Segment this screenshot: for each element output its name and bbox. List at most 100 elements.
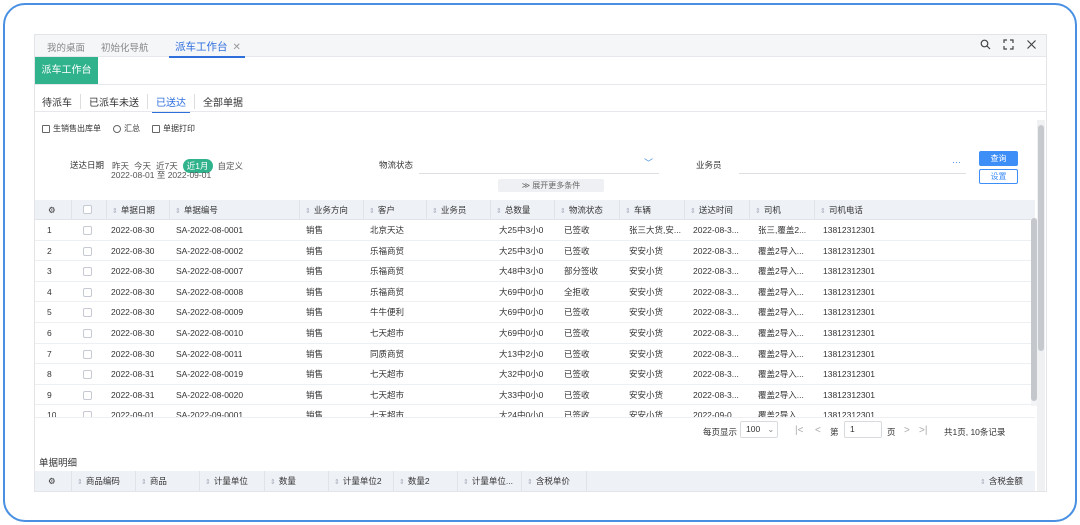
date-range-value[interactable]: 2022-08-01 至 2022-09-01: [111, 169, 211, 181]
row-checkbox[interactable]: [83, 246, 92, 256]
row-checkbox[interactable]: [83, 287, 92, 297]
cell-doc-number: SA-2022-08-0001: [176, 225, 244, 235]
date-option-custom[interactable]: 自定义: [218, 160, 244, 172]
scrollbar-thumb[interactable]: [1038, 125, 1044, 351]
detail-col-qty2[interactable]: ⇕ 数量2: [394, 471, 458, 491]
divider: [35, 84, 1046, 85]
col-vehicle[interactable]: ⇕ 车辆: [620, 200, 685, 220]
column-settings-icon[interactable]: ⚙: [35, 200, 72, 220]
table-row[interactable]: 8 2022-08-31 SA-2022-08-0019 销售 七天超市 大32中0小0 已…: [35, 364, 1035, 385]
detail-column-settings-icon[interactable]: ⚙: [35, 471, 72, 491]
col-doc-date[interactable]: ⇕ 单据日期: [107, 200, 170, 220]
col-driver-phone[interactable]: ⇕ 司机电话: [815, 200, 1031, 220]
detail-col-unit[interactable]: ⇕ 计量单位: [200, 471, 265, 491]
cell-driver: 张三,覆盖2...: [758, 225, 807, 235]
row-checkbox[interactable]: [83, 226, 92, 235]
cell-direction: 销售: [306, 369, 324, 380]
print-label: 单据打印: [163, 124, 195, 133]
cell-driver: 覆盖2导入...: [758, 389, 804, 400]
col-total-qty[interactable]: ⇕ 总数量: [491, 200, 555, 220]
cell-total-qty: 大24中0小0: [499, 410, 544, 417]
col-logistics-status[interactable]: ⇕ 物流状态: [555, 200, 620, 220]
close-icon[interactable]: ✕: [233, 42, 241, 53]
row-checkbox[interactable]: [83, 267, 92, 277]
tab-dispatched-not-delivered[interactable]: 已派车未送: [81, 93, 148, 109]
table-row[interactable]: 1 2022-08-30 SA-2022-08-0001 销售 北京天达 大25中3小0 已…: [35, 220, 1035, 241]
detail-col-unit3[interactable]: ⇕ 计量单位...: [458, 471, 522, 491]
cell-delivery-time: 2022-08-3...: [693, 286, 739, 297]
select-all-checkbox[interactable]: [83, 205, 92, 214]
col-driver[interactable]: ⇕ 司机: [750, 200, 815, 220]
col-customer-label: 客户: [377, 205, 395, 215]
cell-doc-date: 2022-08-30: [111, 245, 155, 256]
salesman-input[interactable]: [739, 173, 966, 174]
col-delivery-time[interactable]: ⇕ 送达时间: [685, 200, 750, 220]
detail-col-unit-price[interactable]: ⇕ 含税单价: [522, 471, 587, 491]
col-salesman[interactable]: ⇕ 业务员: [427, 200, 491, 220]
fullscreen-icon[interactable]: [1002, 39, 1015, 52]
cell-direction: 销售: [306, 225, 324, 235]
sort-icon: ⇕: [755, 208, 761, 215]
table-row[interactable]: 2 2022-08-30 SA-2022-08-0002 销售 乐福商贸 大25中3小0 已…: [35, 241, 1035, 262]
page-number-input[interactable]: 1: [844, 421, 882, 438]
close-window-icon[interactable]: [1025, 39, 1038, 52]
cell-driver-phone: 13812312301: [823, 266, 876, 277]
table-row[interactable]: 5 2022-08-30 SA-2022-08-0009 销售 牛牛便利 大69中0小0 已…: [35, 302, 1035, 323]
detail-col-amount[interactable]: ⇕ 含税金额: [975, 471, 1035, 491]
detail-col-code[interactable]: ⇕ 商品编码: [72, 471, 136, 491]
query-button[interactable]: 查询: [979, 151, 1018, 166]
chevron-down-icon[interactable]: ﹀: [644, 156, 653, 169]
logistics-status-select[interactable]: [419, 173, 659, 174]
more-options-icon[interactable]: ···: [952, 157, 961, 167]
cell-vehicle: 安安小货: [629, 266, 664, 277]
summary-button[interactable]: 汇总: [113, 123, 140, 134]
tab-dispatch-label: 派车工作台: [175, 41, 228, 53]
sort-icon: ⇕: [527, 479, 533, 486]
print-button[interactable]: 单据打印: [152, 123, 195, 134]
tab-delivered[interactable]: 已送达: [148, 93, 195, 113]
sort-icon: ⇕: [690, 208, 696, 215]
table-row[interactable]: 6 2022-08-30 SA-2022-08-0010 销售 七天超市 大69中0小0 已…: [35, 323, 1035, 344]
detail-col-qty[interactable]: ⇕ 数量: [265, 471, 329, 491]
cell-vehicle: 安安小货: [629, 245, 664, 256]
tab-init-nav[interactable]: 初始化导航: [101, 40, 149, 54]
cell-logistics-status: 已签收: [564, 369, 590, 380]
prev-page-icon[interactable]: <: [815, 425, 821, 436]
row-checkbox[interactable]: [83, 308, 92, 318]
sort-icon: ⇕: [270, 479, 276, 486]
settings-button[interactable]: 设置: [979, 169, 1018, 184]
table-row[interactable]: 4 2022-08-30 SA-2022-08-0008 销售 乐福商贸 大69中0小0 全…: [35, 282, 1035, 303]
col-direction[interactable]: ⇕ 业务方向: [300, 200, 364, 220]
expand-more-conditions[interactable]: ≫ 展开更多条件: [498, 179, 604, 192]
cell-row-index: 7: [47, 348, 52, 359]
cell-doc-number: SA-2022-08-0010: [176, 328, 244, 338]
tab-pending-dispatch[interactable]: 待派车: [42, 93, 81, 109]
table-row[interactable]: 10 2022-09-01 SA-2022-09-0001 销售 七天超市 大24中0小0…: [35, 405, 1035, 417]
search-icon[interactable]: [979, 39, 992, 52]
col-customer[interactable]: ⇕ 客户: [364, 200, 427, 220]
detail-col-product[interactable]: ⇕ 商品: [136, 471, 200, 491]
tab-all-documents[interactable]: 全部单据: [195, 94, 251, 109]
next-page-icon[interactable]: >: [904, 425, 910, 436]
generate-outbound-button[interactable]: 生销售出库单: [42, 123, 101, 134]
col-doc-number[interactable]: ⇕ 单据编号: [170, 200, 300, 220]
row-checkbox[interactable]: [83, 390, 92, 400]
row-checkbox[interactable]: [83, 349, 92, 359]
table-row[interactable]: 3 2022-08-30 SA-2022-08-0007 销售 乐福商贸 大48中3小0 部…: [35, 261, 1035, 282]
cell-doc-number: SA-2022-08-0002: [176, 245, 244, 256]
row-checkbox[interactable]: [83, 370, 92, 380]
sort-icon: ⇕: [399, 479, 405, 486]
table-row[interactable]: 7 2022-08-30 SA-2022-08-0011 销售 同质商贸 大13中2小0 已…: [35, 344, 1035, 365]
detail-col-unit-price-label: 含税单价: [535, 476, 570, 486]
table-row[interactable]: 9 2022-08-31 SA-2022-08-0020 销售 七天超市 大33中0小0 已…: [35, 385, 1035, 406]
cell-logistics-status: 已签收: [564, 225, 590, 235]
last-page-icon[interactable]: >|: [919, 425, 927, 436]
row-checkbox[interactable]: [83, 329, 92, 338]
tab-desktop[interactable]: 我的桌面: [47, 40, 85, 54]
tab-dispatch-workbench[interactable]: 派车工作台 ✕: [169, 39, 245, 58]
per-page-select[interactable]: 100 ⌄: [740, 421, 778, 438]
page-prefix: 第: [830, 427, 839, 437]
detail-col-unit2[interactable]: ⇕ 计量单位2: [329, 471, 394, 491]
page-scrollbar[interactable]: [1037, 120, 1045, 491]
first-page-icon[interactable]: |<: [795, 425, 803, 436]
